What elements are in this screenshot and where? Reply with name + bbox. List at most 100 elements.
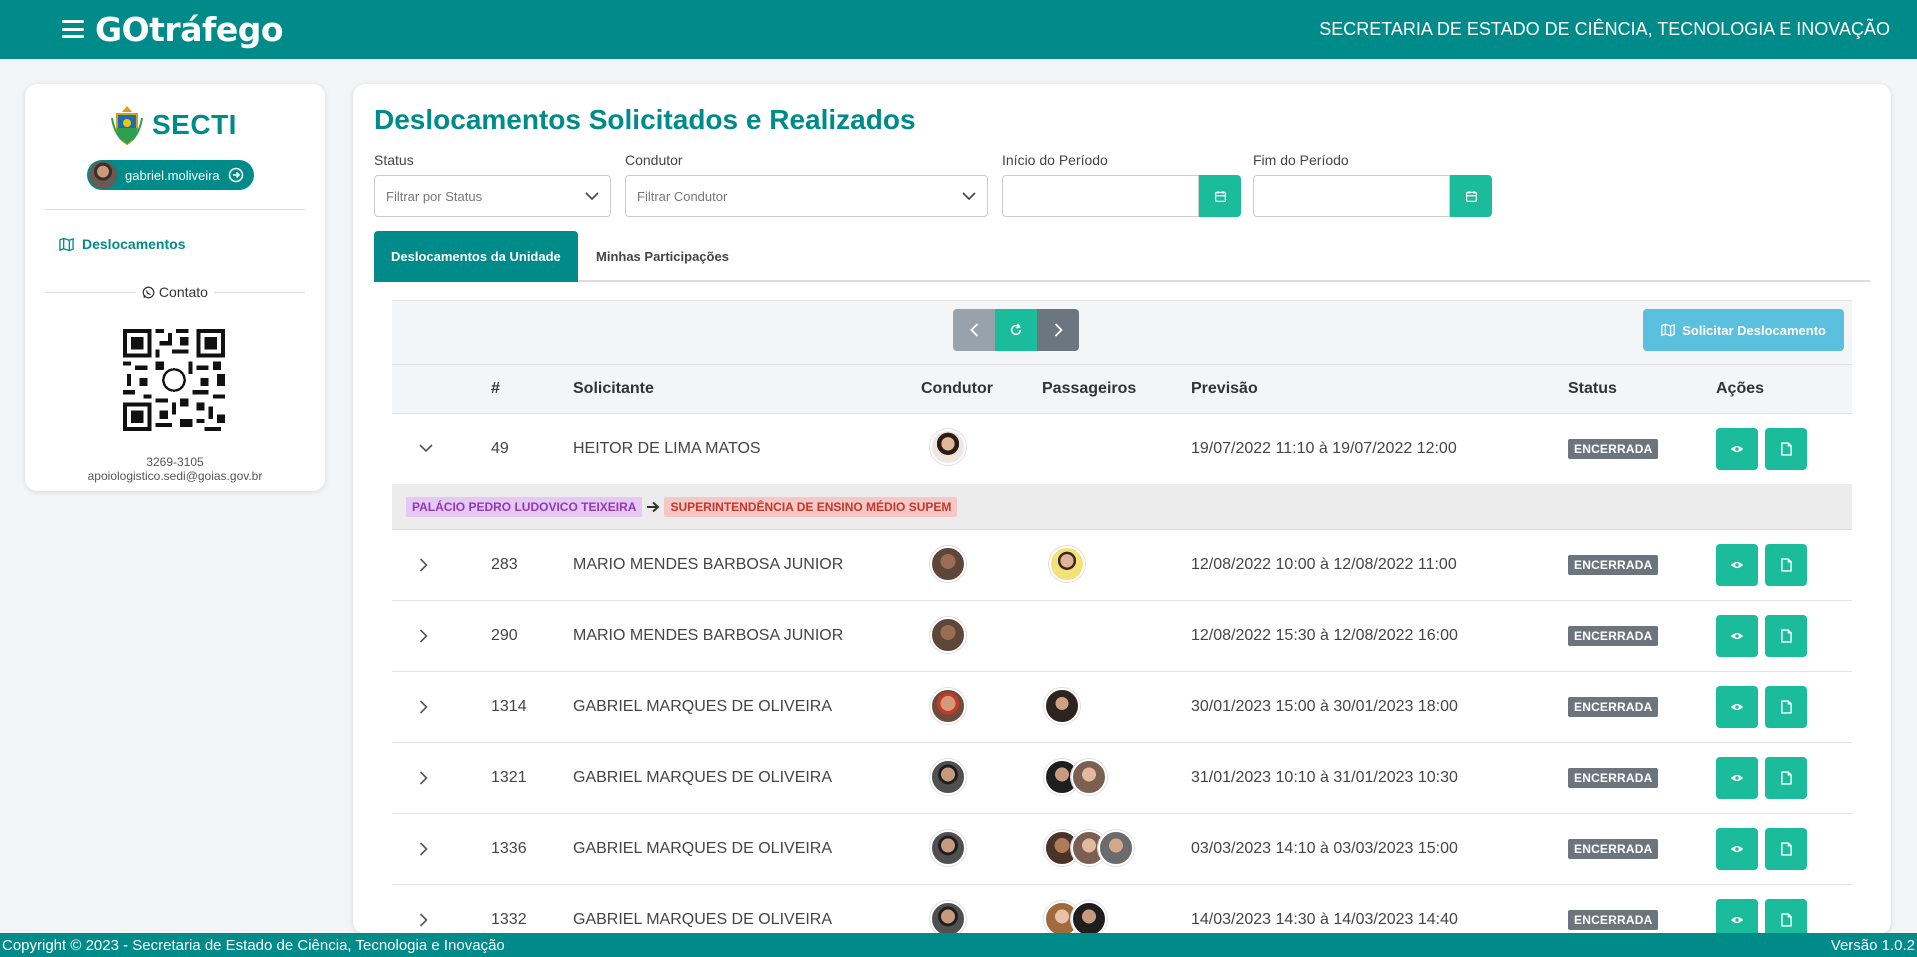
table-row[interactable]: 1332 GABRIEL MARQUES DE OLIVEIRA 14/03/2… (392, 885, 1852, 934)
row-id: 290 (491, 627, 518, 644)
arrow-right-icon (647, 501, 660, 512)
passenger-avatar (1049, 546, 1085, 582)
document-icon (1780, 842, 1792, 856)
refresh-button[interactable] (995, 309, 1037, 351)
eye-icon (1730, 845, 1744, 853)
row-id: 1336 (491, 840, 527, 857)
view-button[interactable] (1716, 757, 1758, 799)
eye-icon (1730, 445, 1744, 453)
eye-icon (1730, 561, 1744, 569)
whatsapp-qr-code[interactable] (123, 329, 225, 431)
document-button[interactable] (1765, 757, 1807, 799)
document-icon (1780, 771, 1792, 785)
row-forecast: 30/01/2023 15:00 à 30/01/2023 18:00 (1191, 698, 1458, 715)
row-forecast: 03/03/2023 14:10 à 03/03/2023 15:00 (1191, 840, 1458, 857)
copyright-text: Copyright © 2023 - Secretaria de Estado … (2, 936, 505, 954)
row-requester: HEITOR DE LIMA MATOS (573, 440, 761, 457)
menu-toggle-icon[interactable] (62, 20, 84, 38)
col-driver: Condutor (921, 380, 993, 397)
table-row[interactable]: 1321 GABRIEL MARQUES DE OLIVEIRA 31/01/2… (392, 743, 1852, 814)
chevron-right-icon[interactable] (419, 913, 428, 927)
driver-avatar (930, 901, 966, 934)
document-button[interactable] (1765, 828, 1807, 870)
driver-avatar (930, 688, 966, 724)
document-button[interactable] (1765, 544, 1807, 586)
view-button[interactable] (1716, 428, 1758, 470)
view-button[interactable] (1716, 544, 1758, 586)
map-icon (59, 237, 74, 251)
table-row[interactable]: 1314 GABRIEL MARQUES DE OLIVEIRA 30/01/2… (392, 672, 1852, 743)
document-button[interactable] (1765, 615, 1807, 657)
view-button[interactable] (1716, 899, 1758, 934)
map-icon (1661, 323, 1675, 337)
col-status: Status (1568, 380, 1617, 397)
table-row[interactable]: 1336 GABRIEL MARQUES DE OLIVEIRA 03/03/2… (392, 814, 1852, 885)
row-requester: GABRIEL MARQUES DE OLIVEIRA (573, 698, 833, 715)
document-button[interactable] (1765, 428, 1807, 470)
user-profile-button[interactable]: gabriel.moliveira (87, 160, 254, 190)
logout-arrow-icon (228, 167, 243, 183)
driver-avatar (930, 830, 966, 866)
row-forecast: 12/08/2022 10:00 à 12/08/2022 11:00 (1191, 556, 1457, 573)
chevron-right-icon[interactable] (419, 629, 428, 643)
chevron-left-icon (969, 323, 978, 337)
document-icon (1780, 558, 1792, 572)
origin-tag: PALÁCIO PEDRO LUDOVICO TEIXEIRA (406, 496, 643, 517)
organization-title: SECRETARIA DE ESTADO DE CIÊNCIA, TECNOLO… (1319, 19, 1890, 39)
chevron-right-icon[interactable] (419, 842, 428, 856)
col-passengers: Passageiros (1042, 380, 1137, 397)
table-row[interactable]: 283 MARIO MENDES BARBOSA JUNIOR 12/08/20… (392, 530, 1852, 601)
row-forecast: 31/01/2023 10:10 à 31/01/2023 10:30 (1191, 769, 1458, 786)
driver-avatar (930, 429, 966, 465)
contact-phone: 3269-3105 (146, 455, 204, 469)
driver-avatar (930, 759, 966, 795)
sidebar: SECTI gabriel.moliveira Deslocamentos Co… (25, 84, 325, 491)
contact-heading: Contato (25, 284, 325, 300)
eye-icon (1730, 774, 1744, 782)
row-id: 1332 (491, 911, 527, 928)
chevron-right-icon[interactable] (419, 771, 428, 785)
chevron-down-icon[interactable] (419, 444, 433, 453)
table-row[interactable]: 49 HEITOR DE LIMA MATOS 19/07/2022 11:10… (392, 414, 1852, 484)
status-badge: ENCERRADA (1568, 626, 1659, 646)
chevron-right-icon[interactable] (419, 558, 428, 572)
contact-email: apoiologistico.sedi@goias.gov.br (87, 469, 263, 483)
next-page-button[interactable] (1037, 309, 1079, 351)
crest-icon (111, 106, 143, 146)
col-requester: Solicitante (573, 380, 654, 397)
document-button[interactable] (1765, 686, 1807, 728)
document-button[interactable] (1765, 899, 1807, 934)
driver-avatar (930, 546, 966, 582)
document-icon (1780, 442, 1792, 456)
row-id: 1314 (491, 698, 527, 715)
top-navbar: GOtráfego SECRETARIA DE ESTADO DE CIÊNCI… (0, 0, 1917, 59)
destination-tag: SUPERINTENDÊNCIA DE ENSINO MÉDIO SUPEM (664, 496, 958, 517)
request-trip-label: Solicitar Deslocamento (1682, 322, 1826, 338)
col-id: # (491, 380, 500, 397)
view-button[interactable] (1716, 686, 1758, 728)
table-region: Solicitar Deslocamento # Solicitante Con… (353, 84, 1891, 934)
chevron-right-icon[interactable] (419, 700, 428, 714)
eye-icon (1730, 703, 1744, 711)
row-requester: GABRIEL MARQUES DE OLIVEIRA (573, 911, 833, 928)
logo-text: SECTI (152, 109, 237, 140)
previous-page-button[interactable] (953, 309, 995, 351)
table-row[interactable]: 290 MARIO MENDES BARBOSA JUNIOR 12/08/20… (392, 601, 1852, 672)
row-requester: MARIO MENDES BARBOSA JUNIOR (573, 556, 844, 573)
row-id: 1321 (491, 769, 527, 786)
request-trip-button[interactable]: Solicitar Deslocamento (1643, 309, 1844, 351)
route-detail-row: PALÁCIO PEDRO LUDOVICO TEIXEIRA SUPERINT… (392, 484, 1852, 530)
secti-logo: SECTI (110, 104, 237, 146)
sidebar-item-deslocamentos[interactable]: Deslocamentos (59, 236, 185, 252)
divider (45, 209, 305, 210)
app-brand[interactable]: GOtráfego (95, 10, 284, 49)
document-icon (1780, 700, 1792, 714)
row-requester: MARIO MENDES BARBOSA JUNIOR (573, 627, 844, 644)
view-button[interactable] (1716, 615, 1758, 657)
status-badge: ENCERRADA (1568, 910, 1659, 930)
username: gabriel.moliveira (125, 167, 220, 183)
view-button[interactable] (1716, 828, 1758, 870)
passenger-avatar (1071, 901, 1107, 934)
row-forecast: 12/08/2022 15:30 à 12/08/2022 16:00 (1191, 627, 1458, 644)
contact-label: Contato (158, 284, 208, 300)
